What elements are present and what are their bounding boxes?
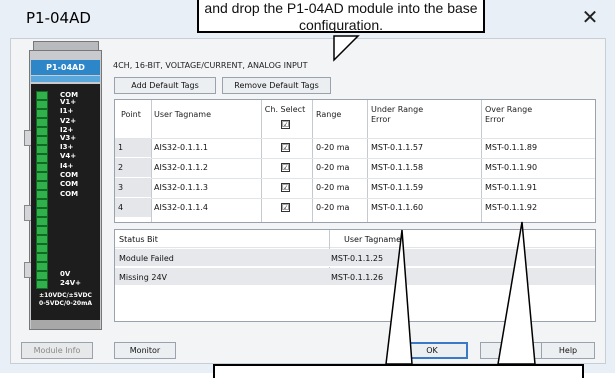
top-callout-line2: configuration. (298, 17, 384, 33)
bottom-callout (213, 364, 584, 378)
callout-pointers (333, 35, 536, 365)
bottom-callout-pointer-right (497, 221, 536, 365)
top-callout-line1: and drop the P1-04AD module into the bas… (204, 0, 478, 16)
top-callout: and drop the P1-04AD module into the bas… (197, 0, 485, 33)
top-callout-pointer (333, 35, 360, 62)
module-config-dialog: P1-04AD ✕ P1-04AD COM V1+ I1+ V2+ I2+ V3+ I3+ V… (0, 0, 615, 378)
bottom-callout-pointer-left (385, 229, 413, 365)
